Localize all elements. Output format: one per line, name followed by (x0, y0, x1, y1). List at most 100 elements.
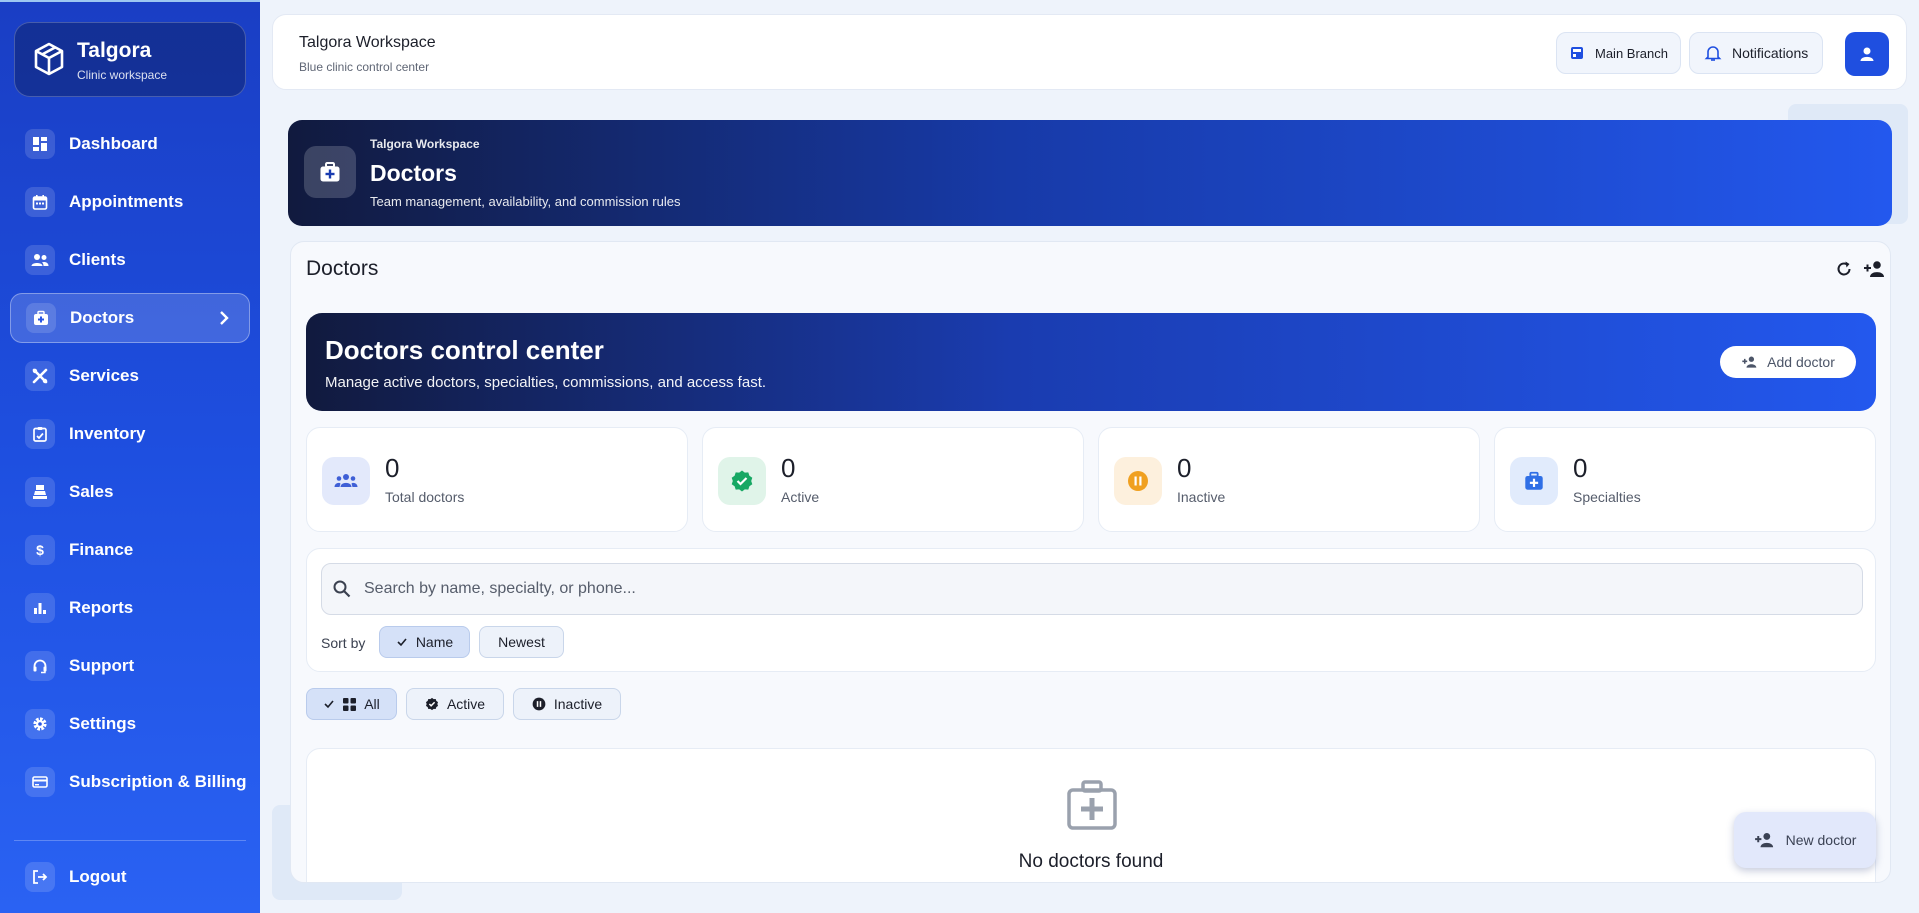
page-kicker: Talgora Workspace (370, 137, 480, 151)
people-icon (25, 245, 55, 275)
sidebar: Talgora Clinic workspace Dashboard Appoi… (0, 0, 260, 913)
bar-chart-icon (25, 593, 55, 623)
sidebar-item-support[interactable]: Support (10, 641, 250, 691)
calendar-icon (25, 187, 55, 217)
brand-subtitle: Clinic workspace (77, 68, 168, 82)
stat-label: Specialties (1573, 489, 1641, 505)
stat-card-total-doctors: 0 Total doctors (306, 427, 688, 532)
filter-chip-label: All (364, 696, 380, 712)
branch-label: Main Branch (1595, 45, 1668, 61)
stat-label: Inactive (1177, 489, 1226, 505)
filter-chip-inactive[interactable]: Inactive (513, 688, 621, 720)
new-doctor-fab[interactable]: New doctor (1734, 812, 1876, 868)
sidebar-item-settings[interactable]: Settings (10, 699, 250, 749)
empty-state-card: No doctors found (306, 748, 1876, 882)
topbar: Talgora Workspace Blue clinic control ce… (272, 14, 1907, 90)
tools-icon (25, 361, 55, 391)
sidebar-item-label: Support (69, 656, 135, 675)
section-title: Doctors (306, 257, 379, 280)
cube-logo-icon (34, 42, 64, 76)
user-avatar-button[interactable] (1845, 32, 1889, 76)
grid-icon (343, 697, 357, 711)
medical-bag-icon (304, 146, 356, 198)
add-doctor-button[interactable]: Add doctor (1720, 346, 1856, 378)
person-add-icon (1742, 356, 1757, 368)
sidebar-item-clients[interactable]: Clients (10, 235, 250, 285)
doctors-card: Doctors Doctors control center Manage ac… (290, 241, 1891, 883)
register-icon (25, 477, 55, 507)
filter-chip-label: Inactive (553, 696, 603, 712)
brand-card[interactable]: Talgora Clinic workspace (14, 22, 246, 97)
medical-bag-icon (1067, 780, 1117, 830)
stat-card-inactive: 0 Inactive (1098, 427, 1480, 532)
sort-option-newest[interactable]: Newest (479, 626, 564, 658)
stat-label: Active (781, 489, 820, 505)
page-title: Doctors (370, 160, 457, 186)
add-person-button[interactable] (1860, 256, 1890, 282)
add-doctor-label: Add doctor (1767, 354, 1835, 370)
gear-icon (25, 709, 55, 739)
stat-card-specialties: 0 Specialties (1494, 427, 1876, 532)
filter-chip-label: Active (446, 696, 486, 712)
sidebar-item-label: Appointments (69, 192, 184, 211)
search-icon (333, 580, 351, 598)
stat-card-active: 0 Active (702, 427, 1084, 532)
logout-button[interactable]: Logout (10, 852, 250, 902)
sidebar-item-appointments[interactable]: Appointments (10, 177, 250, 227)
sidebar-item-label: Reports (69, 598, 134, 617)
sidebar-item-finance[interactable]: $ Finance (10, 525, 250, 575)
person-add-icon (1754, 832, 1773, 848)
sidebar-item-label: Subscription & Billing (69, 772, 247, 791)
headset-icon (25, 651, 55, 681)
sort-option-label: Name (415, 634, 454, 650)
logout-icon (25, 862, 55, 892)
search-box (321, 563, 1863, 615)
refresh-button[interactable] (1831, 256, 1857, 282)
svg-text:$: $ (36, 542, 44, 558)
sidebar-divider (14, 840, 246, 841)
stat-value: 0 (1573, 453, 1588, 483)
new-doctor-label: New doctor (1785, 832, 1857, 848)
sidebar-item-label: Finance (69, 540, 134, 559)
person-icon (1860, 47, 1874, 61)
search-filter-card: Sort by Name Newest (306, 548, 1876, 672)
control-center-subtitle: Manage active doctors, specialties, comm… (325, 374, 767, 391)
notifications-button[interactable]: Notifications (1689, 32, 1824, 74)
dashboard-icon (25, 129, 55, 159)
sidebar-item-label: Settings (69, 714, 137, 733)
sidebar-item-subscription-billing[interactable]: Subscription & Billing (10, 757, 250, 807)
brand-name: Talgora (77, 39, 152, 62)
verified-icon (425, 697, 438, 711)
sidebar-item-doctors[interactable]: Doctors (10, 293, 250, 343)
pause-icon (532, 697, 546, 711)
notifications-label: Notifications (1732, 45, 1809, 61)
stat-value: 0 (1177, 453, 1192, 483)
empty-state-text: No doctors found (1018, 851, 1164, 872)
stat-value: 0 (385, 453, 400, 483)
sort-option-label: Newest (498, 634, 545, 650)
sort-label: Sort by (321, 635, 366, 651)
check-icon (397, 638, 407, 647)
bell-icon (1704, 46, 1722, 61)
page-header-banner: Talgora Workspace Doctors Team managemen… (288, 120, 1892, 226)
workspace-title: Talgora Workspace (299, 34, 436, 51)
medical-bag-icon (1510, 457, 1558, 505)
sidebar-item-sales[interactable]: Sales (10, 467, 250, 517)
branch-selector-button[interactable]: Main Branch (1556, 32, 1681, 74)
sidebar-item-reports[interactable]: Reports (10, 583, 250, 633)
sidebar-item-inventory[interactable]: Inventory (10, 409, 250, 459)
group-icon (322, 457, 370, 505)
filter-chip-all[interactable]: All (306, 688, 397, 720)
sidebar-item-services[interactable]: Services (10, 351, 250, 401)
refresh-icon (1837, 261, 1851, 276)
filter-chip-active[interactable]: Active (406, 688, 504, 720)
sidebar-item-dashboard[interactable]: Dashboard (10, 119, 250, 169)
inventory-icon (25, 419, 55, 449)
logout-label: Logout (69, 867, 127, 886)
search-input[interactable] (364, 580, 1844, 598)
sidebar-item-label: Inventory (69, 424, 146, 443)
sidebar-item-label: Services (69, 366, 139, 385)
medical-bag-icon (26, 303, 56, 333)
control-center-title: Doctors control center (325, 335, 604, 365)
sort-option-name[interactable]: Name (379, 626, 470, 658)
